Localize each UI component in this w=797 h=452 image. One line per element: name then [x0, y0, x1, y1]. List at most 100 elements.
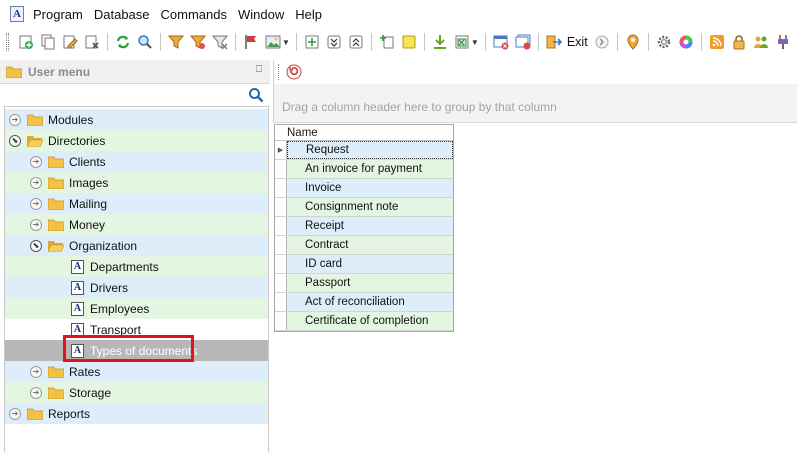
exit-icon[interactable] [546, 34, 562, 50]
rss-icon[interactable] [709, 34, 725, 50]
move-icon[interactable] [304, 34, 320, 50]
menu-database[interactable]: Database [94, 7, 150, 22]
exit-label[interactable]: Exit [567, 35, 588, 49]
note-icon[interactable] [401, 34, 417, 50]
documents-toolbar [273, 60, 797, 84]
table-cell[interactable]: Invoice [287, 179, 453, 197]
table-cell[interactable]: Receipt [287, 217, 453, 235]
tree-item-label: Storage [69, 385, 112, 400]
close-window-icon[interactable] [493, 34, 509, 50]
users-icon[interactable] [753, 34, 769, 50]
tree-item-storage[interactable]: ➔ Storage [5, 382, 268, 403]
expand-arrow-icon[interactable]: ➔ [30, 386, 42, 399]
group-by-panel[interactable]: Drag a column header here to group by th… [273, 84, 797, 123]
filter-advanced-icon[interactable] [190, 34, 206, 50]
lock-icon[interactable] [731, 34, 747, 50]
collapse-arrow-icon[interactable]: ⬊ [9, 134, 21, 147]
user-menu-tree: ➔ Modules ⬊ Directories ➔ Clients ➔ Imag… [4, 106, 269, 452]
toolbar-separator [423, 33, 425, 51]
delete-record-icon[interactable] [84, 34, 100, 50]
tree-item-rates[interactable]: ➔ Rates [5, 361, 268, 382]
tree-item-drivers[interactable]: A Drivers [5, 277, 268, 298]
search-toolbar-icon[interactable] [137, 34, 153, 50]
table-row[interactable]: Consignment note [275, 198, 453, 217]
insert-icon[interactable] [379, 34, 395, 50]
collapse-arrow-icon[interactable]: ⬊ [30, 239, 42, 252]
expand-arrow-icon[interactable]: ➔ [9, 113, 21, 126]
tree-item-modules[interactable]: ➔ Modules [5, 109, 268, 130]
table-row[interactable]: ID card [275, 255, 453, 274]
tree-item-label: Organization [69, 238, 138, 253]
menu-window[interactable]: Window [238, 7, 284, 22]
expand-arrow-icon[interactable]: ➔ [30, 197, 42, 210]
tree-item-reports[interactable]: ➔ Reports [5, 403, 268, 424]
expand-icon[interactable] [326, 34, 342, 50]
collapse-icon[interactable] [348, 34, 364, 50]
expand-arrow-icon[interactable]: ➔ [30, 218, 42, 231]
export-dropdown-icon[interactable]: ▼ [471, 38, 479, 47]
color-wheel-icon[interactable] [678, 34, 694, 50]
edit-record-icon[interactable] [62, 34, 78, 50]
menu-commands[interactable]: Commands [161, 7, 227, 22]
tree-item-employees[interactable]: A Employees [5, 298, 268, 319]
tree-item-organization[interactable]: ⬊ Organization [5, 235, 268, 256]
table-cell[interactable]: ID card [287, 255, 453, 273]
folder-icon [48, 366, 64, 378]
tree-item-clients[interactable]: ➔ Clients [5, 151, 268, 172]
tree-item-images[interactable]: ➔ Images [5, 172, 268, 193]
image-dropdown-icon[interactable]: ▼ [282, 38, 290, 47]
plugin-icon[interactable] [775, 34, 791, 50]
search-icon[interactable] [248, 87, 264, 103]
table-row[interactable]: An invoice for payment [275, 160, 453, 179]
expand-arrow-icon[interactable]: ➔ [30, 155, 42, 168]
filter-icon[interactable] [168, 34, 184, 50]
location-pin-icon[interactable] [625, 34, 641, 50]
filter-clear-icon[interactable] [212, 34, 228, 50]
tree-item-transport[interactable]: A Transport [5, 319, 268, 340]
settings-gear-icon[interactable] [656, 34, 672, 50]
documents-panel: Drag a column header here to group by th… [273, 60, 797, 452]
reload-icon[interactable] [286, 64, 302, 80]
table-row[interactable]: Act of reconciliation [275, 293, 453, 312]
table-row[interactable]: Certificate of completion [275, 312, 453, 331]
export-excel-icon[interactable] [454, 34, 470, 50]
forward-circle-icon[interactable] [594, 34, 610, 50]
menu-help[interactable]: Help [295, 7, 322, 22]
table-cell[interactable]: Act of reconciliation [287, 293, 453, 311]
image-icon[interactable] [265, 34, 281, 50]
table-row[interactable]: Passport [275, 274, 453, 293]
table-cell[interactable]: Consignment note [287, 198, 453, 216]
download-icon[interactable] [432, 34, 448, 50]
tree-item-types-of-documents[interactable]: A Types of documents [5, 340, 268, 361]
table-cell[interactable]: Contract [287, 236, 453, 254]
open-folder-icon [27, 135, 43, 147]
table-row[interactable]: Contract [275, 236, 453, 255]
tree-item-departments[interactable]: A Departments [5, 256, 268, 277]
table-cell[interactable]: Certificate of completion [287, 312, 453, 330]
documents-grid: Name ▶ Request An invoice for payment In… [274, 124, 454, 332]
menu-program[interactable]: Program [33, 7, 83, 22]
flag-icon[interactable] [243, 34, 259, 50]
expand-arrow-icon[interactable]: ➔ [30, 176, 42, 189]
column-header-name[interactable]: Name [275, 124, 453, 141]
tree-item-label: Departments [90, 259, 159, 274]
refresh-icon[interactable] [115, 34, 131, 50]
close-all-windows-icon[interactable] [515, 34, 531, 50]
table-cell[interactable]: An invoice for payment [287, 160, 453, 178]
tree-item-mailing[interactable]: ➔ Mailing [5, 193, 268, 214]
add-record-icon[interactable] [18, 34, 34, 50]
table-row[interactable]: Invoice [275, 179, 453, 198]
table-row[interactable]: ▶ Request [275, 141, 453, 160]
copy-record-icon[interactable] [40, 34, 56, 50]
tree-item-label: Modules [48, 112, 94, 127]
tree-item-directories[interactable]: ⬊ Directories [5, 130, 268, 151]
expand-arrow-icon[interactable]: ➔ [9, 407, 21, 420]
pin-icon[interactable]: ⎕ [256, 64, 262, 75]
table-cell[interactable]: Request [287, 141, 453, 159]
expand-arrow-icon[interactable]: ➔ [30, 365, 42, 378]
tree-item-money[interactable]: ➔ Money [5, 214, 268, 235]
tree-item-label: Directories [48, 133, 106, 148]
table-cell[interactable]: Passport [287, 274, 453, 292]
table-row[interactable]: Receipt [275, 217, 453, 236]
row-indicator [275, 293, 287, 311]
